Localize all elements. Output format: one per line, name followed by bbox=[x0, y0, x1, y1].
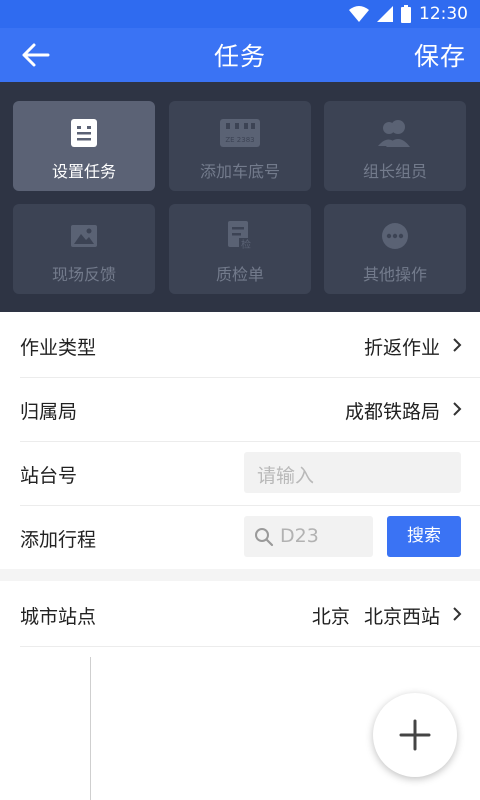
search-icon bbox=[255, 528, 274, 547]
chevron-right-icon bbox=[453, 338, 462, 352]
add-trip-label: 添加行程 bbox=[20, 529, 97, 551]
image-icon bbox=[71, 225, 97, 247]
license-plate-icon: ZE 2383 bbox=[220, 119, 260, 147]
app-bar: 任务 保存 bbox=[0, 28, 480, 82]
work-type-value: 折返作业 bbox=[363, 337, 440, 359]
row-city-station[interactable]: 城市站点 北京 北京西站 bbox=[20, 582, 480, 647]
tile-label: 添加车底号 bbox=[199, 162, 280, 181]
tile-label: 其他操作 bbox=[362, 265, 427, 284]
plus-icon bbox=[399, 719, 431, 751]
platform-input-placeholder: 请输入 bbox=[257, 465, 315, 487]
platform-label: 站台号 bbox=[20, 465, 78, 487]
menu-grid: 设置任务 ZE 2383 添加车底号 组长组员 现场反馈 检 质检单 其他操作 bbox=[0, 82, 480, 312]
city-value: 北京 bbox=[311, 606, 350, 628]
page-title: 任务 bbox=[213, 42, 266, 71]
add-fab-button[interactable] bbox=[373, 693, 457, 777]
inspection-doc-icon: 检 bbox=[228, 221, 253, 251]
cell-signal-icon bbox=[377, 6, 393, 22]
bureau-label: 归属局 bbox=[20, 401, 78, 423]
station-value: 北京西站 bbox=[363, 606, 440, 628]
inspection-badge-text: 检 bbox=[241, 238, 251, 251]
status-bar: 12:30 bbox=[0, 0, 480, 28]
search-button[interactable]: 搜索 bbox=[387, 516, 461, 557]
tile-add-car-number[interactable]: ZE 2383 添加车底号 bbox=[169, 101, 311, 191]
chevron-right-icon bbox=[453, 402, 462, 416]
bureau-value: 成都铁路局 bbox=[344, 401, 440, 423]
work-type-label: 作业类型 bbox=[20, 337, 97, 359]
trip-search-placeholder: D23 bbox=[280, 525, 319, 547]
row-work-type[interactable]: 作业类型 折返作业 bbox=[20, 313, 480, 378]
save-button[interactable]: 保存 bbox=[414, 37, 466, 73]
row-bureau[interactable]: 归属局 成都铁路局 bbox=[20, 377, 480, 442]
city-station-value: 北京 北京西站 bbox=[312, 602, 440, 629]
tile-set-task[interactable]: 设置任务 bbox=[13, 101, 155, 191]
platform-input[interactable]: 请输入 bbox=[244, 452, 461, 493]
list-icon bbox=[71, 119, 97, 147]
tile-team-members[interactable]: 组长组员 bbox=[324, 101, 466, 191]
plate-text: ZE 2383 bbox=[225, 136, 254, 144]
chevron-right-icon bbox=[453, 607, 462, 621]
tile-label: 质检单 bbox=[215, 265, 264, 284]
tile-label: 组长组员 bbox=[362, 162, 427, 181]
tile-site-feedback[interactable]: 现场反馈 bbox=[13, 204, 155, 294]
tile-label: 现场反馈 bbox=[51, 265, 116, 284]
trip-search-input[interactable]: D23 bbox=[244, 516, 373, 557]
tile-label: 设置任务 bbox=[51, 162, 116, 181]
tile-inspection-sheet[interactable]: 检 质检单 bbox=[169, 204, 311, 294]
battery-icon bbox=[401, 5, 411, 23]
section-divider bbox=[0, 569, 480, 581]
tile-other-actions[interactable]: 其他操作 bbox=[324, 204, 466, 294]
more-icon bbox=[382, 223, 408, 249]
status-time: 12:30 bbox=[419, 4, 468, 24]
city-station-label: 城市站点 bbox=[20, 606, 97, 628]
timeline-line bbox=[90, 657, 91, 800]
users-icon bbox=[378, 120, 410, 147]
wifi-icon bbox=[349, 6, 369, 22]
